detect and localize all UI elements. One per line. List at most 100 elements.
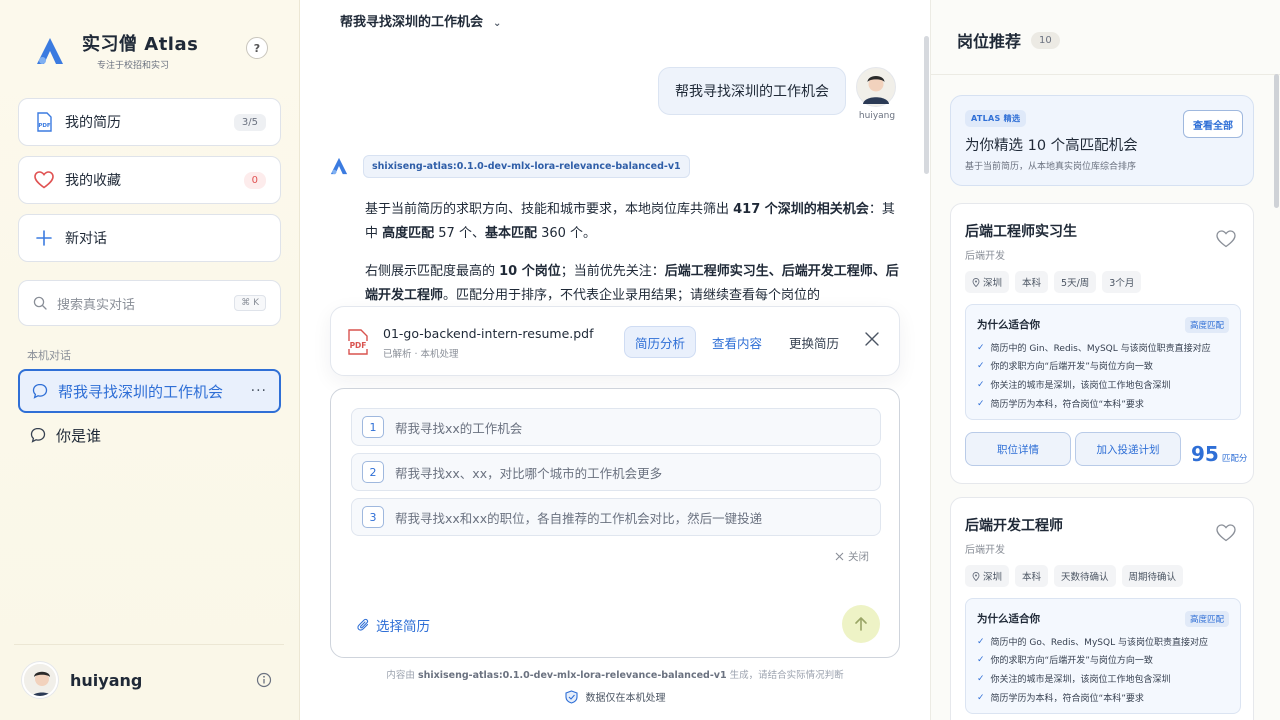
check-icon: ✓ (977, 654, 985, 665)
view-all-button[interactable]: 查看全部 (1183, 110, 1243, 138)
message-composer[interactable]: 1 帮我寻找xx的工作机会 2 帮我寻找xx、xx，对比哪个城市的工作机会更多 … (330, 388, 900, 658)
match-reasons-box: 为什么适合你 高度匹配 ✓ 简历中的 Go、Redis、MySQL 与该岗位职责直… (965, 598, 1241, 714)
close-icon (835, 552, 844, 561)
conversation-search-input[interactable]: 搜索真实对话 ⌘ K (18, 280, 281, 326)
job-tags: 深圳 本科 5天/周 3个月 (965, 271, 1142, 293)
sidebar-footer-divider (14, 644, 284, 645)
match-reason: ✓ 简历中的 Gin、Redis、MySQL 与该岗位职责直接对应 (977, 342, 1211, 355)
my-favorites-button[interactable]: 我的收藏 0 (18, 156, 281, 204)
job-title: 后端开发工程师 (965, 518, 1063, 534)
match-reason: ✓ 你的求职方向“后端开发”与岗位方向一致 (977, 654, 1153, 667)
job-title: 后端工程师实习生 (965, 224, 1077, 240)
location-pin-icon (972, 571, 980, 581)
check-icon: ✓ (977, 636, 985, 647)
match-reason: ✓ 你关注的城市是深圳，该岗位工作地包含深圳 (977, 379, 1171, 392)
match-level-badge: 高度匹配 (1185, 611, 1230, 627)
close-icon[interactable] (864, 331, 880, 347)
chat-bubble-icon (32, 383, 48, 399)
help-button[interactable]: ? (246, 37, 268, 59)
local-conversations-heading: 本机对话 (27, 349, 71, 362)
match-reason: ✓ 简历中的 Go、Redis、MySQL 与该岗位职责直接对应 (977, 636, 1208, 649)
shield-icon (564, 689, 578, 704)
assistant-paragraph: 右侧展示匹配度最高的 10 个岗位；当前优先关注：后端工程师实习生、后端开发工程… (365, 264, 899, 303)
atlas-logo-icon (330, 157, 348, 175)
job-card[interactable]: 后端开发工程师 后端开发 深圳 本科 天数待确认 周期待确认 为什么适合你 高度… (950, 497, 1254, 720)
job-tag: 本科 (1015, 565, 1049, 587)
conversation-item[interactable]: 你是谁 (18, 413, 281, 457)
suggestion-text: 帮我寻找xx的工作机会 (395, 420, 523, 436)
my-resume-button[interactable]: PDF 我的简历 3/5 (18, 98, 281, 146)
atlas-picks-card: ATLAS 精选 为你精选 10 个高匹配机会 基于当前简历，从本地真实岗位库综… (950, 95, 1254, 186)
match-score-value: 95 (1191, 442, 1219, 466)
suggestion-text: 帮我寻找xx、xx，对比哪个城市的工作机会更多 (395, 465, 663, 481)
resume-analysis-button[interactable]: 简历分析 (624, 326, 697, 358)
job-card[interactable]: 后端工程师实习生 后端开发 深圳 本科 5天/周 3个月 为什么适合你 高度匹配… (950, 203, 1254, 484)
brand-subtitle: 专注于校招和实习 (97, 61, 170, 71)
match-reasons-box: 为什么适合你 高度匹配 ✓ 简历中的 Gin、Redis、MySQL 与该岗位职责… (965, 304, 1241, 420)
brand[interactable]: 实习僧 Atlas 专注于校招和实习 (34, 30, 198, 71)
conversation-title-text: 帮我寻找深圳的工作机会 (340, 15, 484, 30)
resume-count-badge: 3/5 (233, 113, 266, 131)
conversation-title[interactable]: 帮我寻找深圳的工作机会 ⌄ (340, 11, 501, 30)
panel-scrollbar[interactable] (1274, 74, 1279, 208)
arrow-up-icon (855, 617, 867, 631)
user-profile[interactable]: huiyang (22, 662, 142, 698)
conversation-item-active[interactable]: 帮我寻找深圳的工作机会 ··· (18, 369, 281, 413)
new-chat-button[interactable]: 新对话 (18, 214, 281, 262)
svg-text:PDF: PDF (38, 123, 51, 129)
conversation-label: 你是谁 (56, 426, 102, 445)
job-category: 后端开发 (965, 251, 1005, 262)
view-content-button[interactable]: 查看内容 (702, 326, 772, 358)
close-suggestions-label: 关闭 (848, 551, 869, 563)
check-icon: ✓ (977, 673, 985, 684)
suggestion-item[interactable]: 2 帮我寻找xx、xx，对比哪个城市的工作机会更多 (351, 453, 881, 491)
atlas-picks-title: 为你精选 10 个高匹配机会 (965, 138, 1138, 154)
suggestion-item[interactable]: 3 帮我寻找xx和xx的职位，各自推荐的工作机会对比，然后一键投递 (351, 498, 881, 536)
check-icon: ✓ (977, 342, 985, 353)
model-tag: shixiseng-atlas:0.1.0-dev-mlx-lora-relev… (363, 155, 690, 178)
atlas-picks-subtitle: 基于当前简历，从本地真实岗位库综合排序 (965, 162, 1137, 172)
match-score-unit: 匹配分 (1221, 454, 1248, 464)
select-resume-button[interactable]: 选择简历 (357, 615, 430, 635)
favorites-count-badge: 0 (243, 171, 266, 189)
heart-icon (33, 169, 55, 191)
suggestion-number: 3 (362, 506, 384, 528)
chat-scrollbar[interactable] (924, 36, 929, 174)
more-options-icon[interactable]: ··· (251, 383, 267, 399)
send-button[interactable] (842, 605, 880, 643)
plus-icon (33, 227, 55, 249)
chat-bubble-icon (30, 427, 46, 443)
ai-disclaimer: 内容由 shixiseng-atlas:0.1.0-dev-mlx-lora-r… (386, 670, 844, 681)
panel-divider (930, 74, 1280, 75)
job-tag: 5天/周 (1054, 271, 1097, 293)
job-tag-location: 深圳 (965, 271, 1010, 293)
job-detail-button[interactable]: 职位详情 (965, 432, 1071, 466)
suggestion-text: 帮我寻找xx和xx的职位，各自推荐的工作机会对比，然后一键投递 (395, 510, 763, 526)
info-icon[interactable] (256, 672, 272, 688)
panel-count-badge: 10 (1031, 31, 1060, 49)
close-suggestions-button[interactable]: 关闭 (835, 549, 869, 564)
panel-header: 岗位推荐 10 (957, 28, 1060, 52)
add-to-plan-button[interactable]: 加入投递计划 (1075, 432, 1181, 466)
suggestion-item[interactable]: 1 帮我寻找xx的工作机会 (351, 408, 881, 446)
user-message-bubble: 帮我寻找深圳的工作机会 (658, 67, 846, 115)
resume-file-status: 已解析 · 本机处理 (383, 349, 459, 360)
job-tag: 本科 (1015, 271, 1049, 293)
privacy-text: 数据仅在本机处理 (585, 693, 666, 704)
suggestion-number: 2 (362, 461, 384, 483)
select-resume-label: 选择简历 (376, 619, 430, 635)
conversation-label: 帮我寻找深圳的工作机会 (58, 382, 224, 401)
search-shortcut: ⌘ K (234, 295, 266, 311)
check-icon: ✓ (977, 692, 985, 703)
suggestion-number: 1 (362, 416, 384, 438)
job-tags: 深圳 本科 天数待确认 周期待确认 (965, 565, 1184, 587)
favorite-heart-icon[interactable] (1216, 524, 1236, 542)
job-tag: 天数待确认 (1054, 565, 1116, 587)
replace-resume-button[interactable]: 更换简历 (779, 326, 849, 358)
favorite-heart-icon[interactable] (1216, 230, 1236, 248)
match-reason: ✓ 简历学历为本科，符合岗位“本科”要求 (977, 692, 1144, 705)
match-reasons-title: 为什么适合你 (977, 319, 1040, 331)
match-reason: ✓ 你关注的城市是深圳，该岗位工作地包含深圳 (977, 673, 1171, 686)
my-favorites-label: 我的收藏 (65, 173, 121, 189)
my-resume-label: 我的简历 (65, 115, 121, 131)
